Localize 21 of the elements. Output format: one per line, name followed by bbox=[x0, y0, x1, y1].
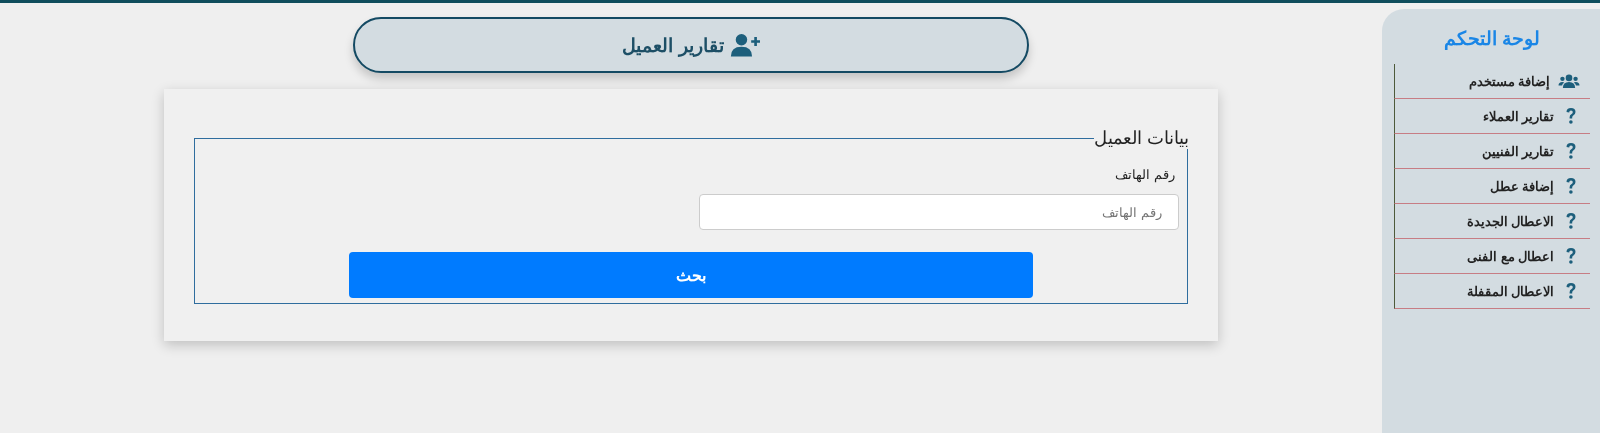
question-icon bbox=[1565, 142, 1577, 160]
sidebar-item[interactable]: اعطال مع الفنى bbox=[1394, 239, 1590, 274]
question-icon bbox=[1565, 177, 1577, 195]
sidebar-item[interactable]: الاعطال الجديدة bbox=[1394, 204, 1590, 239]
sidebar-title: لوحة التحكم bbox=[1442, 27, 1542, 50]
phone-input-field[interactable]: رقم الهاتف bbox=[699, 194, 1179, 230]
sidebar-item[interactable]: إضافة عطل bbox=[1394, 169, 1590, 204]
sidebar-item[interactable]: تقارير العملاء bbox=[1394, 99, 1590, 134]
page-title: تقارير العميل bbox=[622, 33, 724, 57]
sidebar-item[interactable]: الاعطال المقفلة bbox=[1394, 274, 1590, 309]
field-label: رقم الهاتف bbox=[1114, 167, 1175, 182]
sidebar-item[interactable]: تقارير الفنيين bbox=[1394, 134, 1590, 169]
fieldset-legend: بيانات العميل bbox=[1094, 127, 1189, 149]
question-icon bbox=[1565, 247, 1577, 265]
users-icon bbox=[1558, 74, 1580, 88]
question-icon bbox=[1565, 107, 1577, 125]
sidebar-item[interactable]: إضافة مستخدم bbox=[1394, 64, 1590, 99]
question-icon bbox=[1565, 212, 1577, 230]
search-button[interactable]: بحث bbox=[349, 252, 1033, 298]
question-icon bbox=[1565, 282, 1577, 300]
user-plus-icon bbox=[729, 33, 760, 57]
